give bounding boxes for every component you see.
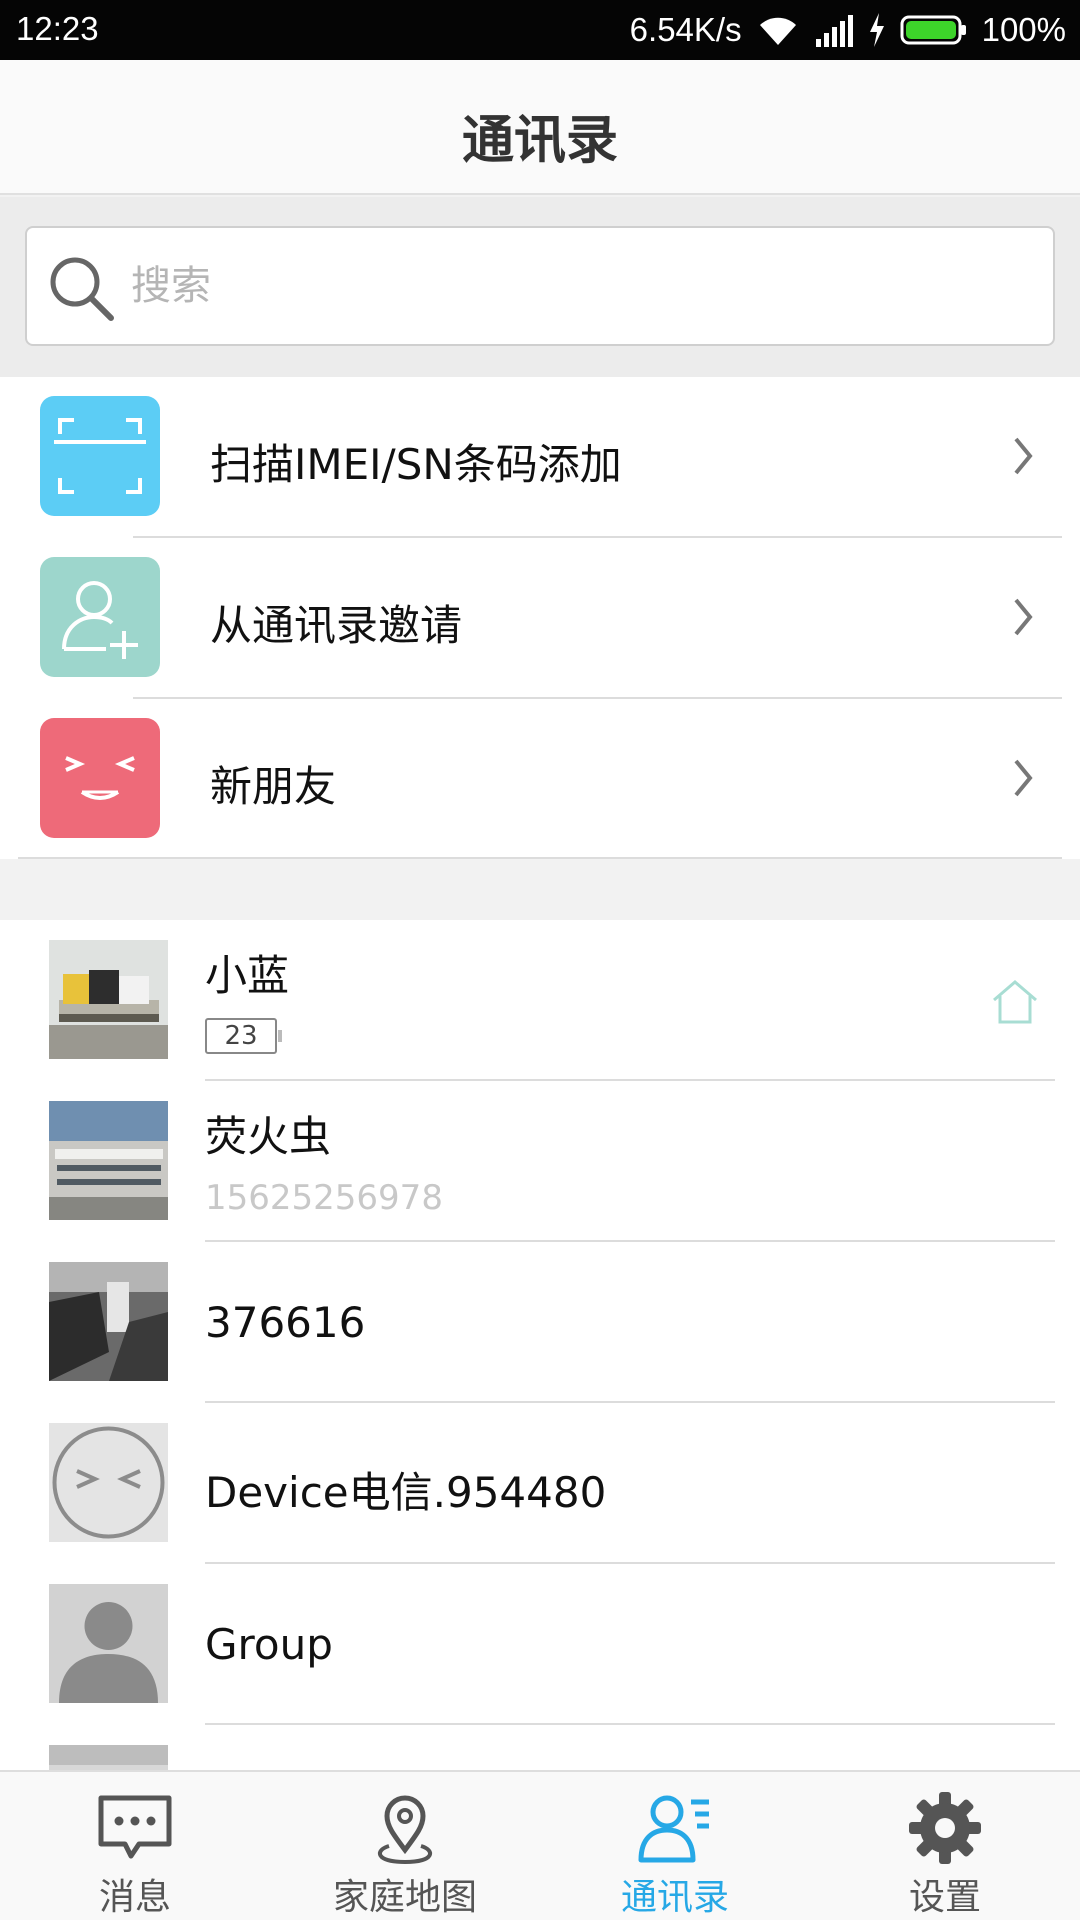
contact-name: 小蓝 xyxy=(205,951,290,1000)
status-right: 6.54K/s 100% xyxy=(630,8,1066,52)
contacts-icon xyxy=(635,1788,715,1868)
search-icon xyxy=(45,252,117,324)
chevron-right-icon xyxy=(1008,753,1038,803)
nav-label: 通讯录 xyxy=(620,1877,729,1918)
contact-row[interactable]: 376616 xyxy=(0,1242,1080,1403)
contact-row-partial[interactable] xyxy=(0,1725,1080,1770)
contact-row[interactable]: 小蓝 23 xyxy=(0,920,1080,1081)
nav-contacts[interactable]: 通讯录 xyxy=(540,1772,810,1920)
battery-percent: 100% xyxy=(981,11,1066,48)
contact-list: 小蓝 23 荧火虫 15625256978 376616 Device电信.95… xyxy=(0,920,1080,1770)
contact-name: 376616 xyxy=(205,1298,366,1347)
title-bar: 通讯录 xyxy=(0,60,1080,195)
nav-label: 设置 xyxy=(908,1877,981,1918)
divider xyxy=(18,857,1062,859)
action-new-friends[interactable]: 新朋友 xyxy=(0,699,1080,860)
contact-name: Group xyxy=(205,1620,333,1669)
chevron-right-icon xyxy=(1008,431,1038,481)
search-area xyxy=(0,197,1080,377)
scan-icon xyxy=(40,396,160,516)
action-invite-contacts[interactable]: 从通讯录邀请 xyxy=(0,538,1080,699)
wifi-icon xyxy=(756,13,800,47)
avatar xyxy=(49,1101,168,1220)
action-list: 扫描IMEI/SN条码添加 从通讯录邀请 新朋友 xyxy=(0,377,1080,859)
network-speed: 6.54K/s xyxy=(629,11,742,48)
battery-icon xyxy=(900,13,968,47)
avatar xyxy=(49,1262,168,1381)
contact-name: 荧火虫 xyxy=(205,1112,332,1161)
action-label: 新朋友 xyxy=(210,762,337,811)
contact-row[interactable]: Group xyxy=(0,1564,1080,1725)
nav-label: 家庭地图 xyxy=(332,1877,477,1918)
map-pin-icon xyxy=(365,1788,445,1868)
avatar xyxy=(49,940,168,1059)
nav-settings[interactable]: 设置 xyxy=(810,1772,1080,1920)
search-input[interactable] xyxy=(131,228,1031,344)
search-box[interactable] xyxy=(25,226,1055,346)
nav-messages[interactable]: 消息 xyxy=(0,1772,270,1920)
action-scan-imei[interactable]: 扫描IMEI/SN条码添加 xyxy=(0,377,1080,538)
battery-level-badge: 23 xyxy=(205,1018,282,1054)
smiley-icon xyxy=(40,718,160,838)
bottom-nav: 消息 家庭地图 通讯录 设置 xyxy=(0,1770,1080,1920)
home-icon xyxy=(990,978,1040,1026)
nav-label: 消息 xyxy=(98,1877,171,1918)
avatar xyxy=(49,1584,168,1703)
avatar xyxy=(49,1745,168,1770)
contact-phone: 15625256978 xyxy=(205,1178,443,1218)
gear-icon xyxy=(905,1788,985,1868)
add-contact-icon xyxy=(40,557,160,677)
avatar xyxy=(49,1423,168,1542)
page-title: 通讯录 xyxy=(461,111,618,171)
contact-name: Device电信.954480 xyxy=(205,1468,607,1517)
status-time: 12:23 xyxy=(16,10,99,47)
contact-row[interactable]: Device电信.954480 xyxy=(0,1403,1080,1564)
action-label: 扫描IMEI/SN条码添加 xyxy=(210,440,622,489)
signal-icon xyxy=(814,13,854,47)
message-icon xyxy=(95,1788,175,1868)
charging-icon xyxy=(868,13,886,47)
contact-row[interactable]: 荧火虫 15625256978 xyxy=(0,1081,1080,1242)
status-bar: 12:23 6.54K/s 100% xyxy=(0,0,1080,60)
action-label: 从通讯录邀请 xyxy=(210,601,463,650)
nav-family-map[interactable]: 家庭地图 xyxy=(270,1772,540,1920)
chevron-right-icon xyxy=(1008,592,1038,642)
